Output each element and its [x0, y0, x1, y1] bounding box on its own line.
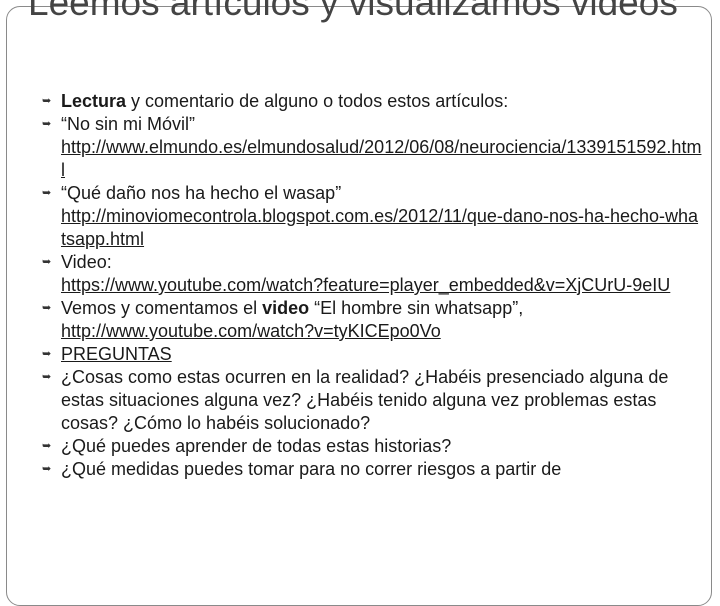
item-text: “No sin mi Móvil”	[61, 114, 196, 134]
list-item-vemos: ➥ Vemos y comentamos el video “El hombre…	[42, 297, 702, 343]
list-item-question-3: ➥ ¿Qué medidas puedes tomar para no corr…	[42, 458, 702, 481]
leaf-arrow-bullet-icon: ➥	[42, 348, 52, 360]
item-text: ¿Qué puedes aprender de todas estas hist…	[61, 436, 452, 456]
article-link-elmundo[interactable]: http://www.elmundo.es/elmundosalud/2012/…	[61, 136, 702, 182]
video-link-youtube-2[interactable]: http://www.youtube.com/watch?v=tyKICEpo0…	[61, 320, 702, 343]
item-text: “El hombre sin whatsapp”,	[309, 298, 524, 318]
item-text: Vemos y comentamos el	[61, 298, 263, 318]
list-item-lectura: ➥ Lectura y comentario de alguno o todos…	[42, 90, 702, 113]
item-text: y comentario de alguno o todos estos art…	[126, 91, 509, 111]
list-item-video: ➥ Video: https://www.youtube.com/watch?f…	[42, 251, 702, 297]
slide-title: Leemos artículos y visualizamos videos	[28, 0, 678, 23]
leaf-arrow-bullet-icon: ➥	[42, 256, 52, 268]
slide-content: ➥ Lectura y comentario de alguno o todos…	[42, 90, 702, 481]
video-link-youtube-1[interactable]: https://www.youtube.com/watch?feature=pl…	[61, 274, 702, 297]
item-text: ¿Cosas como estas ocurren en la realidad…	[61, 367, 669, 433]
bold-text: Lectura	[61, 91, 127, 111]
list-item-preguntas: ➥ PREGUNTAS	[42, 343, 702, 366]
leaf-arrow-bullet-icon: ➥	[42, 95, 52, 107]
preguntas-heading: PREGUNTAS	[61, 344, 172, 364]
leaf-arrow-bullet-icon: ➥	[42, 302, 52, 314]
leaf-arrow-bullet-icon: ➥	[42, 463, 52, 475]
leaf-arrow-bullet-icon: ➥	[42, 371, 52, 383]
list-item-question-1: ➥ ¿Cosas como estas ocurren en la realid…	[42, 366, 702, 435]
leaf-arrow-bullet-icon: ➥	[42, 118, 52, 130]
bold-text: video	[262, 298, 310, 318]
list-item-no-sin-mi-movil: ➥ “No sin mi Móvil” http://www.elmundo.e…	[42, 113, 702, 182]
list-item-wasap: ➥ “Qué daño nos ha hecho el wasap” http:…	[42, 182, 702, 251]
leaf-arrow-bullet-icon: ➥	[42, 187, 52, 199]
item-text: Video:	[61, 252, 112, 272]
item-text: “Qué daño nos ha hecho el wasap”	[61, 183, 342, 203]
article-link-blogspot[interactable]: http://minoviomecontrola.blogspot.com.es…	[61, 205, 702, 251]
list-item-question-2: ➥ ¿Qué puedes aprender de todas estas hi…	[42, 435, 702, 458]
item-text: ¿Qué medidas puedes tomar para no correr…	[61, 459, 562, 479]
leaf-arrow-bullet-icon: ➥	[42, 440, 52, 452]
